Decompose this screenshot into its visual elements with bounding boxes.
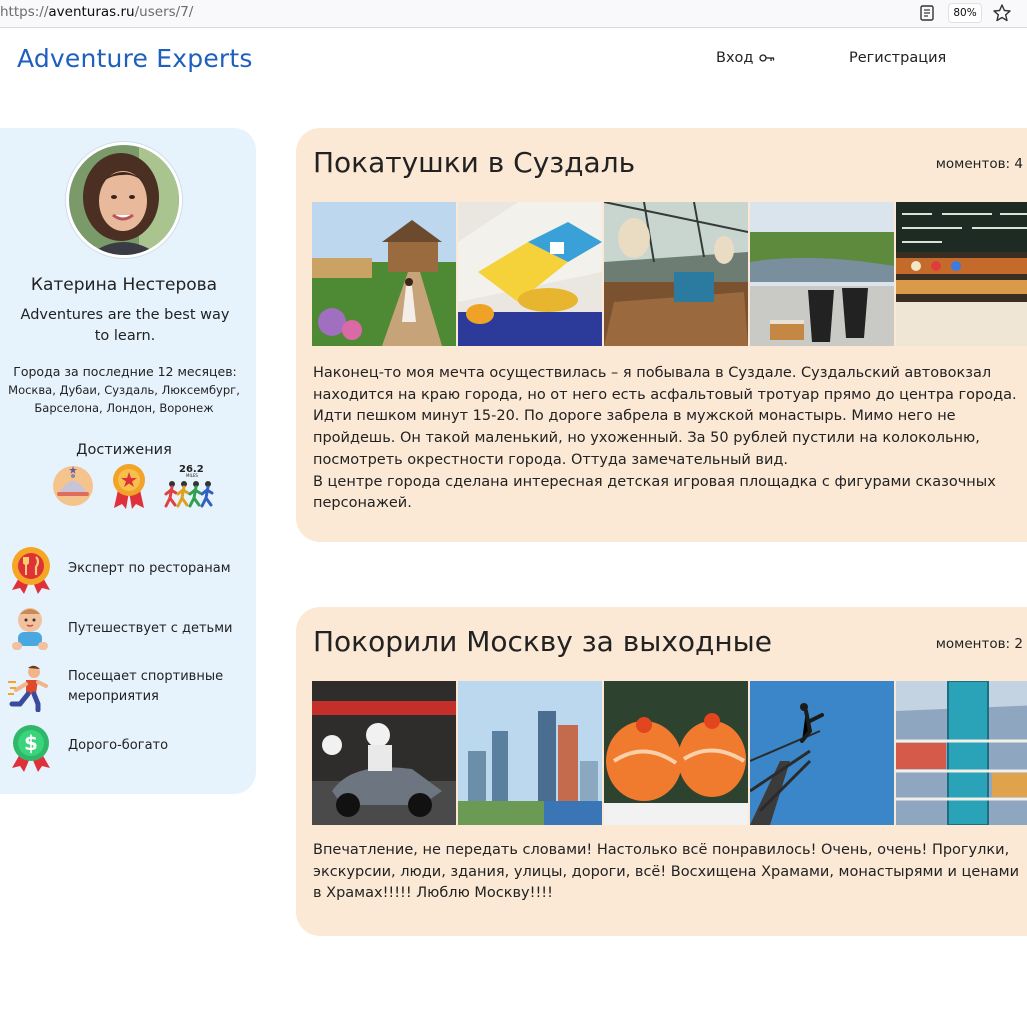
register-link[interactable]: Регистрация xyxy=(849,50,946,66)
post-text: Впечатление, не передать словами! Настол… xyxy=(313,842,1020,902)
url-host: aventuras.ru xyxy=(48,4,135,20)
moments-count: моментов: 4 xyxy=(935,156,1023,172)
post-card[interactable]: Покатушки в Суздаль моментов: 4 Наконец-… xyxy=(296,128,1027,542)
url-scheme: https:// xyxy=(0,4,49,20)
photo-shop-shelves[interactable] xyxy=(896,202,1027,346)
post-text: Наконец-то моя мечта осуществилась – я п… xyxy=(313,365,1017,512)
baby-icon xyxy=(12,608,48,650)
photo-moscow-city[interactable] xyxy=(458,681,602,825)
profile-sidebar: Катерина Нестерова Adventures are the be… xyxy=(0,128,256,794)
post-title[interactable]: Покатушки в Суздаль xyxy=(313,146,635,179)
profile-name: Катерина Нестерова xyxy=(30,275,218,295)
svg-text:$: $ xyxy=(24,731,38,755)
photo-hotel-room[interactable] xyxy=(458,202,602,346)
address-bar[interactable]: https://aventuras.ru/users/7/ xyxy=(0,4,193,20)
badge-label: Дорого-богато xyxy=(68,738,169,753)
food-cloche-icon xyxy=(53,466,93,506)
photo-river-view-coffee[interactable] xyxy=(750,202,894,346)
key-icon xyxy=(759,54,775,62)
runner-icon xyxy=(8,665,48,712)
photo-aquarium-mall[interactable] xyxy=(896,681,1027,825)
badge-travels-with-kids: Путешествует с детьми xyxy=(8,606,248,656)
photo-strip xyxy=(312,202,1027,346)
achievements-icons: 26.2 MILES xyxy=(52,462,216,510)
cities-list: Москва, Дубаи, Суздаль, Люксембург, Барс… xyxy=(8,383,240,415)
ribbon-medal-icon xyxy=(113,464,145,509)
badge-label: Посещает спортивные мероприятия xyxy=(68,669,224,704)
post-title[interactable]: Покорили Москву за выходные xyxy=(313,625,772,658)
photo-bungee-jump[interactable] xyxy=(750,681,894,825)
badge-restaurant-expert: Эксперт по ресторанам xyxy=(8,546,248,596)
dollar-medal-icon: $ xyxy=(12,725,50,772)
profile-motto: Adventures are the best way to learn. xyxy=(20,307,230,344)
moments-count: моментов: 2 xyxy=(935,636,1023,652)
badge-luxury: $ Дорого-богато xyxy=(8,724,248,774)
photo-strip xyxy=(312,681,1027,825)
svg-text:MILES: MILES xyxy=(186,473,198,478)
browser-toolbar: https://aventuras.ru/users/7/ 80% xyxy=(0,0,1027,28)
photo-salmon-rolls[interactable] xyxy=(604,681,748,825)
login-link[interactable]: Вход xyxy=(716,50,775,66)
badge-sport-events: Посещает спортивные мероприятия xyxy=(8,664,248,714)
photo-cafe-interior[interactable] xyxy=(604,202,748,346)
marathon-runners-icon: 26.2 MILES xyxy=(164,464,214,508)
restaurant-medal-icon xyxy=(12,547,50,594)
url-path: /users/7/ xyxy=(134,4,194,20)
avatar xyxy=(66,142,182,258)
photo-suzdal-garden-path[interactable] xyxy=(312,202,456,346)
badge-label: Путешествует с детьми xyxy=(68,621,233,636)
zoom-level-button[interactable]: 80% xyxy=(948,3,982,23)
post-card[interactable]: Покорили Москву за выходные моментов: 2 xyxy=(296,607,1027,936)
reader-view-icon[interactable] xyxy=(918,3,936,23)
login-label: Вход xyxy=(716,50,754,66)
badge-label: Эксперт по ресторанам xyxy=(68,561,231,576)
cities-title: Города за последние 12 месяцев: xyxy=(13,364,237,379)
site-logo[interactable]: Adventure Experts xyxy=(17,44,253,73)
bookmark-star-icon[interactable] xyxy=(992,3,1012,23)
achievements-title: Достижения xyxy=(76,442,172,458)
photo-karting[interactable] xyxy=(312,681,456,825)
